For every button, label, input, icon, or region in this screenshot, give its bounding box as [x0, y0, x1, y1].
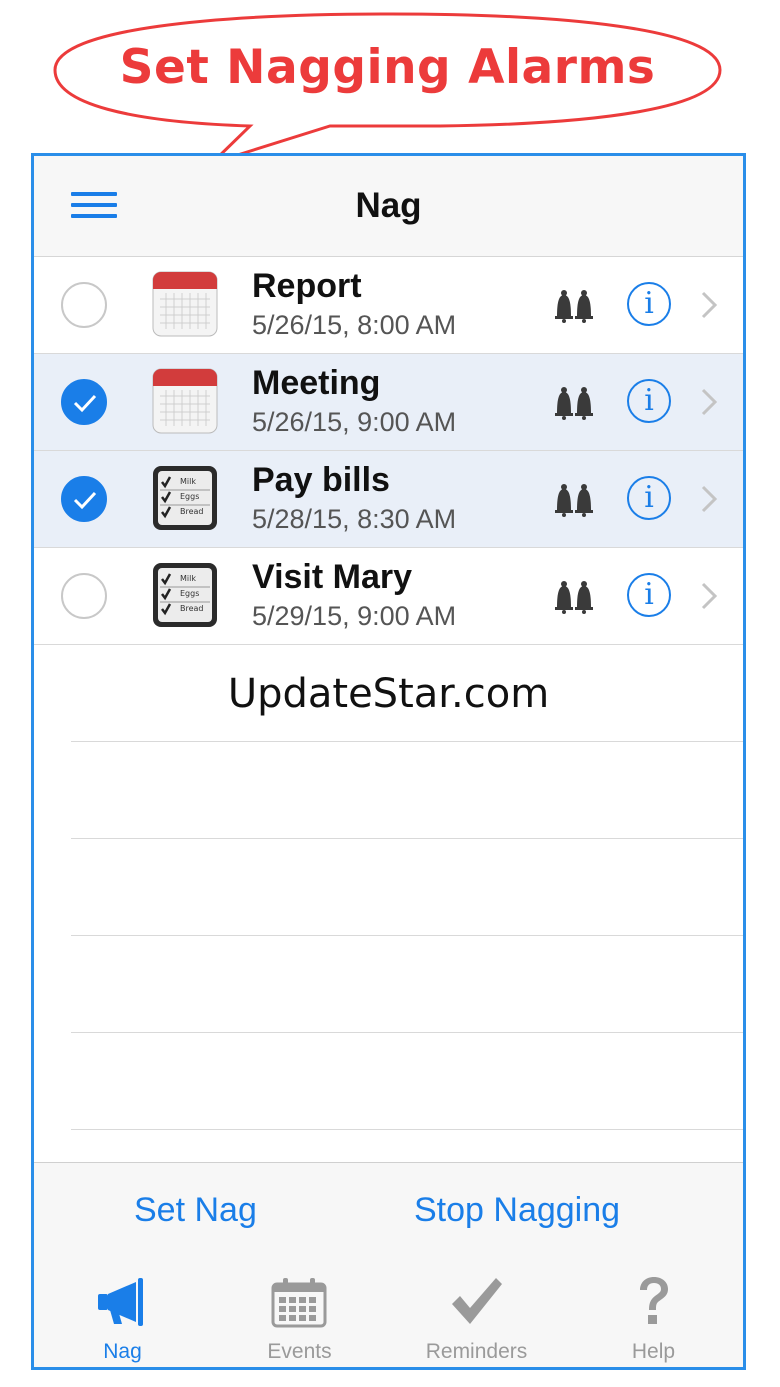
empty-row-divider: [71, 838, 743, 839]
item-title: Report: [252, 267, 362, 305]
empty-row-divider: [71, 741, 743, 742]
banner-title: Set Nagging Alarms: [119, 40, 656, 95]
tab-nag[interactable]: Nag: [34, 1260, 211, 1367]
bells-icon: [555, 387, 593, 420]
info-button[interactable]: i: [627, 573, 671, 617]
stop-nagging-button[interactable]: Stop Nagging: [414, 1191, 620, 1230]
list-item[interactable]: Meeting 5/26/15, 9:00 AM i: [34, 354, 743, 451]
set-nag-button[interactable]: Set Nag: [134, 1191, 257, 1230]
checkmark-icon: [452, 1278, 502, 1324]
empty-row-divider: [71, 935, 743, 936]
tab-label: Nag: [103, 1340, 142, 1363]
info-button[interactable]: i: [627, 379, 671, 423]
radio-unchecked-icon[interactable]: [61, 282, 107, 328]
tab-label: Events: [267, 1340, 332, 1363]
chevron-right-icon: [701, 485, 718, 513]
phone-screen: Nag Report 5/26/15, 8:00 AM i Meeting 5/…: [31, 153, 746, 1370]
nav-bar: Nag: [34, 156, 743, 257]
info-button[interactable]: i: [627, 282, 671, 326]
checklist-label: Eggs: [180, 589, 199, 598]
empty-row-divider: [71, 1032, 743, 1033]
calendar-icon: [152, 368, 218, 434]
item-date: 5/26/15, 9:00 AM: [252, 407, 457, 437]
tab-events[interactable]: Events: [211, 1260, 388, 1367]
list-item[interactable]: Milk Eggs Bread Visit Mary 5/29/15, 9:00…: [34, 548, 743, 645]
item-date: 5/26/15, 8:00 AM: [252, 310, 457, 340]
info-button[interactable]: i: [627, 476, 671, 520]
item-date: 5/28/15, 8:30 AM: [252, 504, 457, 534]
tab-help[interactable]: Help: [565, 1260, 742, 1367]
list-item[interactable]: Milk Eggs Bread Pay bills 5/28/15, 8:30 …: [34, 451, 743, 548]
checklist-label: Bread: [180, 604, 204, 613]
tab-label: Reminders: [425, 1340, 528, 1363]
checklist-label: Eggs: [180, 492, 199, 501]
item-date: 5/29/15, 9:00 AM: [252, 601, 457, 631]
checklist-icon: Milk Eggs Bread: [153, 563, 217, 627]
chevron-right-icon: [701, 582, 718, 610]
action-bar: Set Nag Stop Nagging: [34, 1162, 743, 1261]
calendar-grid-icon: [271, 1278, 327, 1328]
item-title: Visit Mary: [252, 558, 413, 596]
radio-unchecked-icon[interactable]: [61, 573, 107, 619]
page-title: Nag: [355, 186, 422, 225]
checklist-label: Milk: [180, 574, 196, 583]
tab-reminders[interactable]: Reminders: [388, 1260, 565, 1367]
chevron-right-icon: [701, 388, 718, 416]
bells-icon: [555, 484, 593, 517]
megaphone-icon: [98, 1278, 143, 1326]
empty-row-divider: [71, 1129, 743, 1130]
calendar-icon: [152, 271, 218, 337]
tab-bar: Nag Events Reminders Help: [34, 1260, 743, 1367]
checklist-label: Bread: [180, 507, 204, 516]
radio-checked-icon[interactable]: [61, 476, 107, 522]
item-title: Pay bills: [252, 461, 390, 499]
tab-label: Help: [631, 1340, 676, 1363]
question-mark-icon: [640, 1277, 668, 1324]
chevron-right-icon: [701, 291, 718, 319]
watermark-text: UpdateStar.com: [227, 671, 550, 717]
radio-checked-icon[interactable]: [61, 379, 107, 425]
list-item[interactable]: Report 5/26/15, 8:00 AM i: [34, 257, 743, 354]
checklist-icon: Milk Eggs Bread: [153, 466, 217, 530]
bells-icon: [555, 581, 593, 614]
bells-icon: [555, 290, 593, 323]
checklist-label: Milk: [180, 477, 196, 486]
item-title: Meeting: [252, 364, 381, 402]
nag-list: Report 5/26/15, 8:00 AM i Meeting 5/26/1…: [34, 257, 743, 645]
